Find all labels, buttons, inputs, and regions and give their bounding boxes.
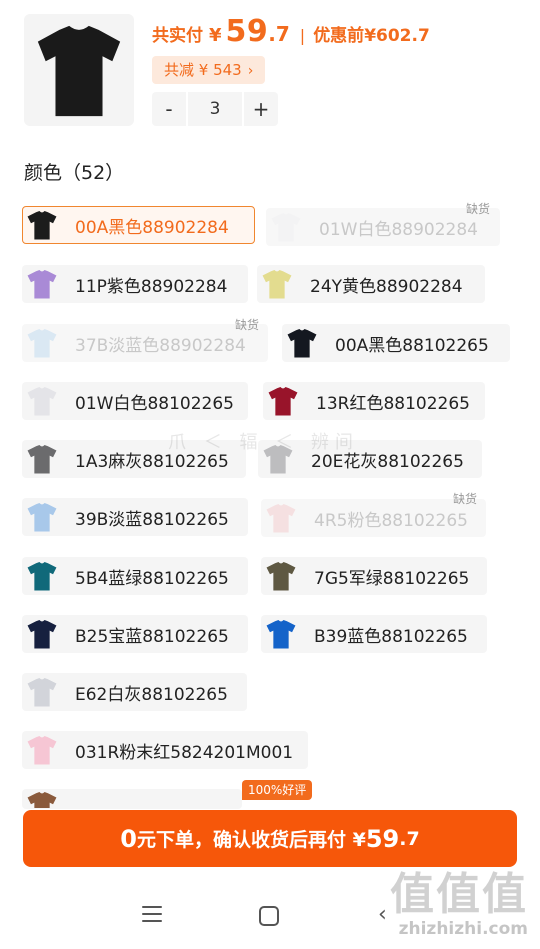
color-option-label: 00A黑色88102265 — [335, 335, 489, 356]
tshirt-swatch-icon — [27, 561, 57, 591]
color-option[interactable]: 01W白色88902284 — [266, 208, 500, 246]
tshirt-swatch-icon — [268, 386, 298, 416]
increase-button[interactable]: + — [244, 92, 278, 126]
tshirt-image — [37, 25, 121, 117]
out-of-stock-tag: 缺货 — [466, 202, 491, 216]
color-option[interactable]: 11P紫色88902284 — [22, 265, 248, 303]
color-option-label: 37B淡蓝色88902284 — [75, 335, 246, 356]
out-of-stock-tag: 缺货 — [235, 318, 260, 332]
color-option[interactable] — [22, 789, 242, 809]
color-option-label: 11P紫色88902284 — [75, 276, 228, 297]
color-option-label: 031R粉末红5824201M001 — [75, 742, 294, 763]
watermark-text: 爪 ＜ 辐 ＜ 辨间 — [168, 432, 359, 453]
color-option-label: B25宝蓝88102265 — [75, 626, 229, 647]
tshirt-swatch-icon — [262, 269, 292, 299]
menu-icon[interactable] — [142, 906, 162, 924]
quantity-stepper[interactable]: - 3 + — [152, 92, 278, 126]
color-option-label: 01W白色88102265 — [75, 393, 234, 414]
color-option-label: E62白灰88102265 — [75, 684, 228, 705]
tshirt-swatch-icon — [27, 444, 57, 474]
color-option[interactable]: B39蓝色88102265 — [261, 615, 487, 653]
product-thumbnail[interactable] — [24, 14, 134, 126]
chevron-right-icon: › — [247, 63, 254, 79]
tshirt-swatch-icon — [27, 791, 57, 808]
discount-text: 共减 ¥ 543 — [164, 61, 242, 79]
site-watermark: 值值值 zhizhizhi.com — [390, 869, 528, 940]
color-option[interactable]: 37B淡蓝色88902284 — [22, 324, 268, 362]
cta-text: 元下单，确认收货后再付 ¥ — [137, 829, 366, 851]
color-option[interactable]: 24Y黄色88902284 — [257, 265, 485, 303]
home-icon[interactable] — [259, 906, 279, 926]
color-option[interactable]: B25宝蓝88102265 — [22, 615, 248, 653]
tshirt-swatch-icon — [27, 386, 57, 416]
color-option-label: 4R5粉色88102265 — [314, 510, 468, 531]
tshirt-swatch-icon — [27, 210, 57, 240]
tshirt-swatch-icon — [27, 269, 57, 299]
tshirt-swatch-icon — [27, 735, 57, 765]
total-paid-label: 共实付 — [152, 26, 203, 46]
quantity-value[interactable]: 3 — [188, 92, 242, 126]
tshirt-swatch-icon — [27, 619, 57, 649]
color-option-label: 01W白色88902284 — [319, 219, 478, 240]
color-option-label: 00A黑色88902284 — [75, 217, 229, 238]
color-option[interactable]: 13R红色88102265 — [263, 382, 485, 420]
color-option-label: B39蓝色88102265 — [314, 626, 468, 647]
tshirt-swatch-icon — [266, 619, 296, 649]
cta-amount-now: 0 — [120, 824, 137, 853]
out-of-stock-tag: 缺货 — [453, 492, 478, 506]
original-price: ¥602.7 — [364, 26, 430, 46]
tshirt-swatch-icon — [27, 502, 57, 532]
color-option[interactable]: 5B4蓝绿88102265 — [22, 557, 248, 595]
rating-badge: 100%好评 — [242, 780, 313, 800]
color-option[interactable]: 39B淡蓝88102265 — [22, 498, 248, 536]
order-button[interactable]: 0 元下单，确认收货后再付 ¥ 59 .7 — [23, 810, 517, 867]
price-summary: 共实付 ¥ 59 .7 | 优惠前 ¥602.7 — [152, 14, 430, 49]
color-option[interactable]: 01W白色88102265 — [22, 382, 248, 420]
currency-symbol: ¥ — [209, 25, 222, 46]
color-section-title: 颜色（52） — [24, 162, 125, 184]
color-option[interactable]: 00A黑色88102265 — [282, 324, 510, 362]
color-option-label: 13R红色88102265 — [316, 393, 470, 414]
color-option-label: 39B淡蓝88102265 — [75, 509, 229, 530]
color-option[interactable]: 00A黑色88902284 — [22, 206, 255, 244]
price-separator: | — [299, 26, 306, 45]
tshirt-swatch-icon — [27, 328, 57, 358]
color-option[interactable]: 031R粉末红5824201M001 — [22, 731, 308, 769]
back-icon[interactable]: ‹ — [378, 902, 387, 927]
color-option-label: 5B4蓝绿88102265 — [75, 568, 229, 589]
tshirt-swatch-icon — [27, 677, 57, 707]
tshirt-swatch-icon — [271, 212, 301, 242]
price-decimal: .7 — [268, 22, 290, 46]
decrease-button[interactable]: - — [152, 92, 186, 126]
color-option-label: 24Y黄色88902284 — [310, 276, 463, 297]
tshirt-swatch-icon — [266, 561, 296, 591]
original-price-label: 优惠前 — [313, 26, 365, 46]
cta-amount-decimal: .7 — [399, 827, 420, 850]
discount-tag[interactable]: 共减 ¥ 543 › — [152, 56, 266, 84]
color-option[interactable]: 7G5军绿88102265 — [261, 557, 487, 595]
watermark-logo: 值值值 — [390, 869, 528, 920]
watermark-url: zhizhizhi.com — [398, 919, 528, 939]
tshirt-swatch-icon — [266, 503, 296, 533]
color-option-label: 7G5军绿88102265 — [314, 568, 470, 589]
tshirt-swatch-icon — [287, 328, 317, 358]
cta-amount-later: 59 — [365, 824, 400, 853]
color-option[interactable]: E62白灰88102265 — [22, 673, 247, 711]
price-integer: 59 — [225, 14, 269, 49]
